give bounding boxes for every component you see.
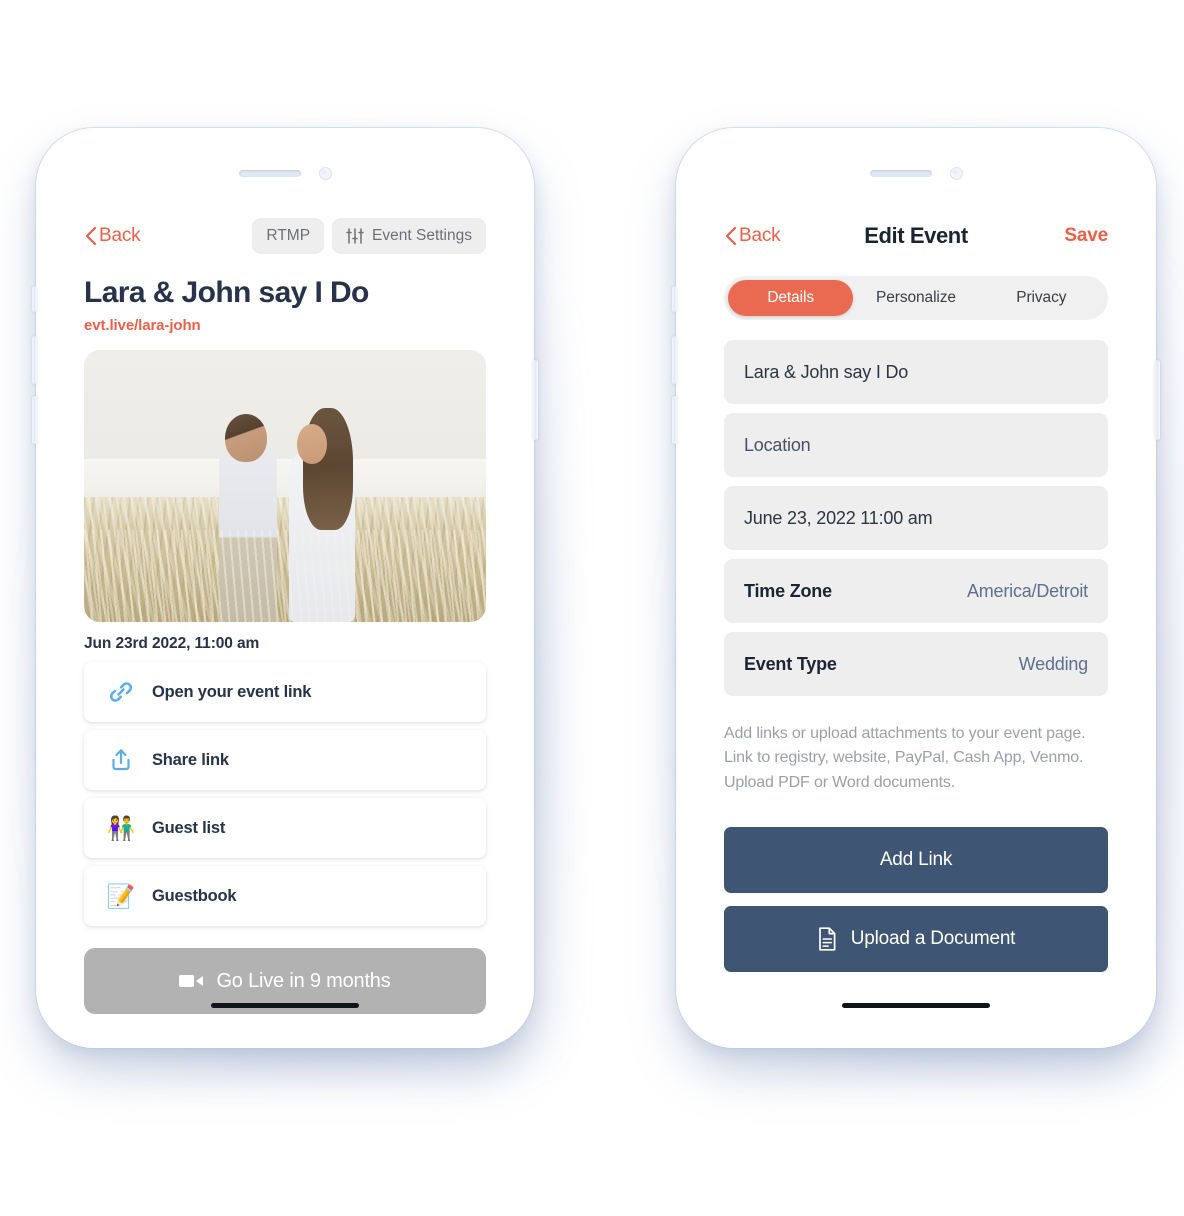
- notch-hardware: [62, 162, 508, 184]
- front-camera-icon: [949, 166, 963, 180]
- video-camera-icon: [179, 975, 204, 987]
- left-phone-frame: Back RTMP Event Settings Lara & John say…: [32, 128, 538, 1048]
- home-indicator[interactable]: [842, 1003, 990, 1008]
- save-button[interactable]: Save: [1064, 225, 1108, 247]
- right-screen-content: Back Edit Event Save Details Personalize…: [702, 198, 1130, 988]
- back-button[interactable]: Back: [84, 225, 141, 247]
- go-live-label: Go Live in 9 months: [216, 969, 391, 992]
- add-link-button[interactable]: Add Link: [724, 826, 1108, 893]
- timezone-field[interactable]: Time Zone America/Detroit: [724, 559, 1108, 623]
- volume-down-button[interactable]: [672, 396, 677, 444]
- volume-up-button[interactable]: [672, 336, 677, 384]
- attachments-helper-text: Add links or upload attachments to your …: [724, 725, 1086, 791]
- event-url-link[interactable]: evt.live/lara-john: [84, 317, 486, 334]
- event-settings-button[interactable]: Event Settings: [332, 218, 486, 254]
- home-indicator[interactable]: [211, 1003, 359, 1008]
- chevron-left-icon: [725, 226, 737, 246]
- event-name-value: Lara & John say I Do: [744, 361, 909, 382]
- screenshot-stage: Back RTMP Event Settings Lara & John say…: [0, 0, 1184, 1216]
- tab-privacy[interactable]: Privacy: [979, 280, 1104, 316]
- right-phone-frame: Back Edit Event Save Details Personalize…: [672, 128, 1160, 1048]
- silent-switch[interactable]: [672, 286, 677, 312]
- earpiece-speaker: [869, 169, 932, 177]
- photo-woman-face: [297, 424, 327, 464]
- people-emoji: 👫: [106, 814, 136, 841]
- datetime-value: June 23, 2022 11:00 am: [744, 507, 933, 528]
- right-phone-screen: Back Edit Event Save Details Personalize…: [702, 154, 1130, 1022]
- event-date: Jun 23rd 2022, 11:00 am: [84, 635, 260, 652]
- power-button[interactable]: [533, 360, 538, 440]
- back-label: Back: [739, 225, 781, 246]
- action-label: Guestbook: [152, 886, 237, 905]
- memo-icon: 📝: [100, 882, 142, 909]
- volume-down-button[interactable]: [32, 396, 37, 444]
- topbar-actions: RTMP Event Settings: [252, 218, 486, 254]
- tab-bar: Details Personalize Privacy: [724, 276, 1108, 320]
- back-button[interactable]: Back: [724, 225, 781, 247]
- document-icon: [818, 927, 836, 951]
- timezone-value: America/Detroit: [966, 580, 1088, 601]
- upload-document-button[interactable]: Upload a Document: [724, 905, 1108, 972]
- event-type-value: Wedding: [1018, 653, 1089, 674]
- action-label: Guest list: [152, 818, 226, 837]
- back-label: Back: [99, 225, 141, 246]
- chevron-left-icon: [85, 226, 97, 246]
- tab-details[interactable]: Details: [728, 280, 854, 316]
- earpiece-speaker: [238, 169, 301, 177]
- event-type-field[interactable]: Event Type Wedding: [724, 632, 1108, 696]
- action-list: Open your event link Share link 👫 Guest …: [84, 662, 486, 926]
- front-camera-icon: [318, 166, 332, 180]
- action-guest-list[interactable]: 👫 Guest list: [84, 798, 486, 858]
- people-icon: 👫: [100, 814, 142, 841]
- event-name-field[interactable]: Lara & John say I Do: [724, 340, 1108, 404]
- event-cover-photo[interactable]: [84, 350, 486, 622]
- volume-up-button[interactable]: [32, 336, 37, 384]
- notch-hardware: [702, 162, 1130, 184]
- action-label: Open your event link: [152, 682, 312, 701]
- event-settings-label: Event Settings: [372, 227, 472, 244]
- rtmp-label: RTMP: [266, 227, 311, 244]
- timezone-label: Time Zone: [744, 580, 832, 601]
- action-open-event-link[interactable]: Open your event link: [84, 662, 486, 722]
- left-screen-content: Back RTMP Event Settings Lara & John say…: [62, 198, 508, 1014]
- action-share-link[interactable]: Share link: [84, 730, 486, 790]
- page-title: Lara & John say I Do: [84, 276, 369, 309]
- rtmp-button[interactable]: RTMP: [252, 218, 325, 254]
- upload-document-label: Upload a Document: [850, 927, 1016, 949]
- right-topbar: Back Edit Event Save: [724, 214, 1108, 258]
- add-link-label: Add Link: [879, 848, 953, 870]
- details-form: Lara & John say I Do Location June 23, 2…: [724, 340, 1108, 696]
- tab-personalize[interactable]: Personalize: [853, 280, 978, 316]
- sliders-icon: [346, 228, 364, 244]
- location-field[interactable]: Location: [724, 413, 1108, 477]
- datetime-field[interactable]: June 23, 2022 11:00 am: [724, 486, 1108, 550]
- left-phone-screen: Back RTMP Event Settings Lara & John say…: [62, 154, 508, 1022]
- event-type-label: Event Type: [744, 653, 837, 674]
- share-upload-icon: [100, 747, 142, 773]
- photo-foreground-grass: [84, 529, 486, 622]
- location-placeholder: Location: [744, 434, 811, 455]
- action-guestbook[interactable]: 📝 Guestbook: [84, 866, 486, 926]
- link-chain-icon: [100, 679, 142, 705]
- left-topbar: Back RTMP Event Settings: [84, 214, 486, 258]
- memo-emoji: 📝: [106, 882, 136, 909]
- silent-switch[interactable]: [32, 286, 37, 312]
- photo-man-head: [225, 414, 267, 462]
- action-label: Share link: [152, 750, 229, 769]
- power-button[interactable]: [1155, 360, 1160, 440]
